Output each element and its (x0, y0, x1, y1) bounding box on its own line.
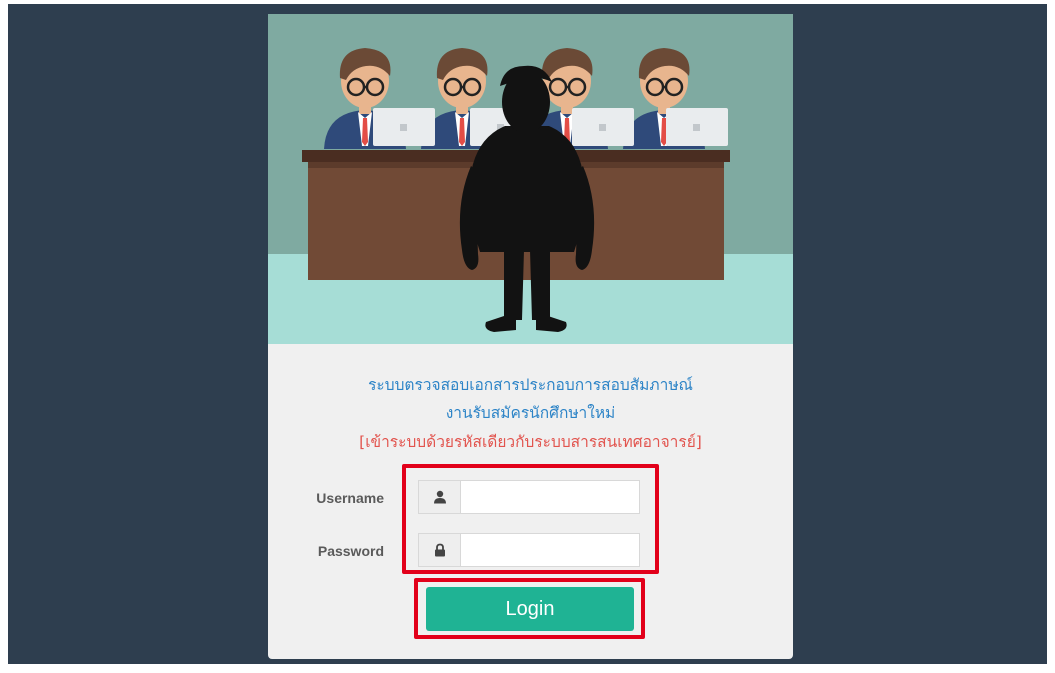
login-notice: [เข้าระบบด้วยรหัสเดียวกับระบบสารสนเทศอาจ… (359, 433, 702, 451)
interview-illustration (268, 14, 793, 344)
password-label: Password (317, 543, 384, 559)
username-label: Username (316, 490, 384, 506)
credentials-highlight (402, 464, 659, 574)
system-subtitle: งานรับสมัครนักศึกษาใหม่ (445, 404, 616, 422)
login-card: ระบบตรวจสอบเอกสารประกอบการสอบสัมภาษณ์ งา… (268, 14, 793, 659)
login-button-highlight (414, 578, 645, 639)
system-title: ระบบตรวจสอบเอกสารประกอบการสอบสัมภาษณ์ (368, 376, 693, 394)
login-panel: ระบบตรวจสอบเอกสารประกอบการสอบสัมภาษณ์ งา… (268, 344, 793, 659)
